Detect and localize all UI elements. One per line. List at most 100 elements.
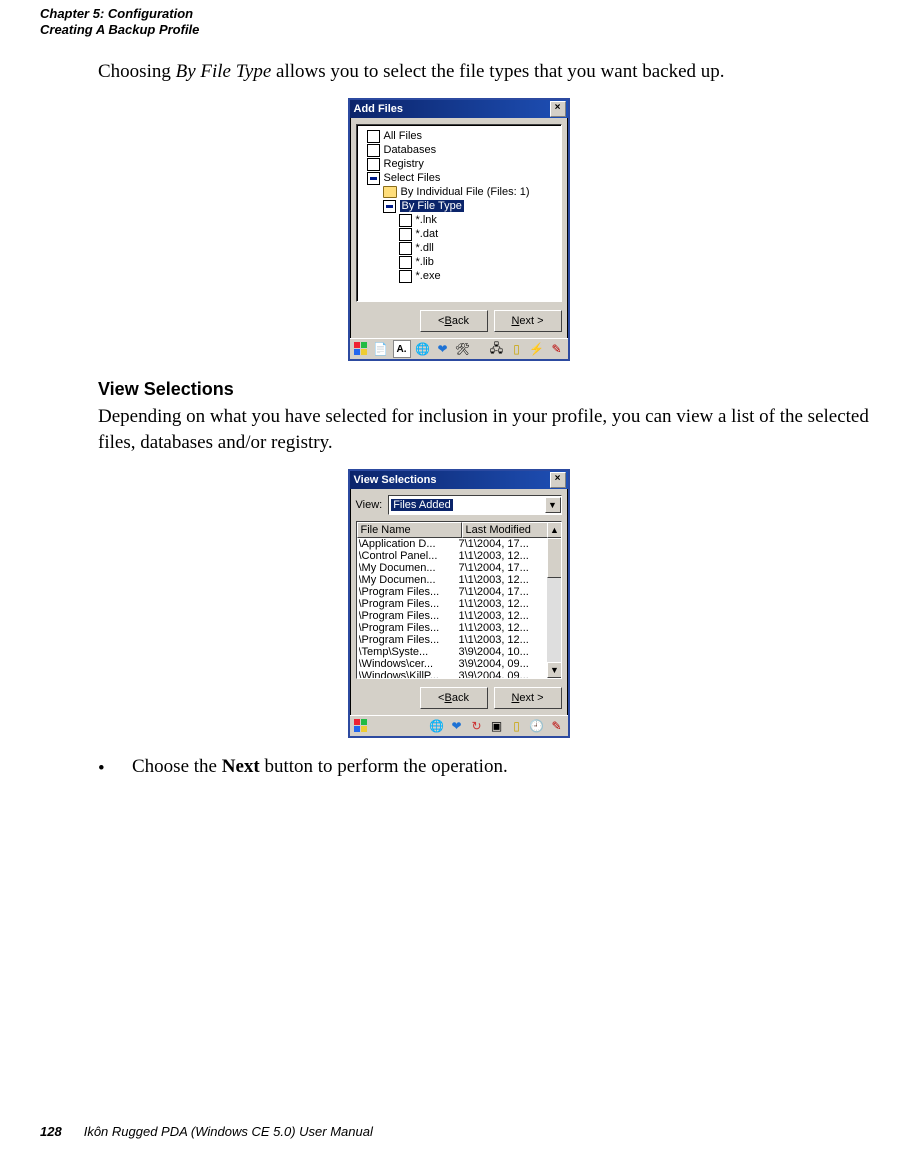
manual-title: Ikôn Rugged PDA (Windows CE 5.0) User Ma… <box>84 1124 373 1139</box>
tree-label: *.lib <box>416 256 434 268</box>
list-item[interactable]: \Program Files...1\1\2003, 12... <box>357 598 561 610</box>
list-item[interactable]: \My Documen...7\1\2004, 17... <box>357 562 561 574</box>
bullet-pre: Choose the <box>132 756 222 777</box>
tree-item-ext[interactable]: *.lnk <box>359 213 559 227</box>
tree-item-ext[interactable]: *.dat <box>359 227 559 241</box>
back-mnemonic: B <box>444 315 451 327</box>
next-button[interactable]: Next > <box>494 687 562 709</box>
chevron-down-icon[interactable]: ▼ <box>545 497 561 513</box>
doc-icon[interactable]: 📄 <box>373 341 389 357</box>
next-mnemonic: N <box>511 692 519 704</box>
cell-filename: \My Documen... <box>359 574 459 586</box>
cell-lastmod: 1\1\2003, 12... <box>459 550 561 562</box>
tree-item-ext[interactable]: *.lib <box>359 255 559 269</box>
clock-icon[interactable]: 🕘 <box>529 718 545 734</box>
scrollbar[interactable]: ▲ ▼ <box>547 522 561 678</box>
cell-lastmod: 1\1\2003, 12... <box>459 622 561 634</box>
tree-item-ext[interactable]: *.exe <box>359 269 559 283</box>
shield-a-icon[interactable]: A. <box>393 340 411 358</box>
list-item[interactable]: \My Documen...1\1\2003, 12... <box>357 574 561 586</box>
files-list[interactable]: File Name Last Modified \Application D..… <box>356 521 562 679</box>
cell-filename: \My Documen... <box>359 562 459 574</box>
close-icon[interactable]: × <box>550 101 566 117</box>
checkbox-icon[interactable] <box>399 270 412 283</box>
battery-icon[interactable]: ▯ <box>509 718 525 734</box>
tree-item-registry[interactable]: Registry <box>359 157 559 171</box>
tree-label: *.dll <box>416 242 434 254</box>
cell-filename: \Temp\Syste... <box>359 646 459 658</box>
tree-label-selected: By File Type <box>400 200 464 212</box>
cell-filename: \Program Files... <box>359 622 459 634</box>
running-header: Chapter 5: Configuration Creating A Back… <box>40 6 877 39</box>
add-files-titlebar: Add Files × <box>350 100 568 118</box>
cell-lastmod: 3\9\2004, 10... <box>459 646 561 658</box>
pen-icon[interactable]: ✎ <box>549 341 565 357</box>
network-icon[interactable]: 🖧 <box>489 341 505 357</box>
tree-label: By Individual File (Files: 1) <box>401 186 530 198</box>
checkbox-icon[interactable] <box>367 144 380 157</box>
heart-icon[interactable]: ❤ <box>449 718 465 734</box>
scroll-up-icon[interactable]: ▲ <box>547 522 562 538</box>
checkbox-icon[interactable] <box>399 242 412 255</box>
view-combobox[interactable]: Files Added ▼ <box>388 495 561 515</box>
list-item[interactable]: \Program Files...1\1\2003, 12... <box>357 634 561 646</box>
tree-item-databases[interactable]: Databases <box>359 143 559 157</box>
cell-lastmod: 1\1\2003, 12... <box>459 574 561 586</box>
scroll-down-icon[interactable]: ▼ <box>547 662 562 678</box>
list-item[interactable]: \Temp\Syste...3\9\2004, 10... <box>357 646 561 658</box>
tree-label: *.dat <box>416 228 439 240</box>
tree-item-all-files[interactable]: All Files <box>359 129 559 143</box>
tree-label: Select Files <box>384 172 441 184</box>
globe-icon[interactable]: 🌐 <box>415 341 431 357</box>
tree-item-ext[interactable]: *.dll <box>359 241 559 255</box>
pen-icon[interactable]: ✎ <box>549 718 565 734</box>
sync-icon[interactable]: ↻ <box>469 718 485 734</box>
cell-lastmod: 1\1\2003, 12... <box>459 634 561 646</box>
tree-label: Registry <box>384 158 424 170</box>
checkbox-icon[interactable] <box>399 228 412 241</box>
para1-post: allows you to select the file types that… <box>271 61 724 82</box>
list-item[interactable]: \Application D...7\1\2004, 17... <box>357 538 561 550</box>
checkbox-partial-icon[interactable] <box>367 172 380 185</box>
list-item[interactable]: \Program Files...7\1\2004, 17... <box>357 586 561 598</box>
tree-item-by-file-type[interactable]: By File Type <box>359 199 559 213</box>
tree-item-by-individual[interactable]: By Individual File (Files: 1) <box>359 185 559 199</box>
para1-ital: By File Type <box>176 61 272 82</box>
add-files-tree[interactable]: All Files Databases Registry Select File… <box>356 124 562 302</box>
cell-filename: \Program Files... <box>359 634 459 646</box>
tree-item-select-files[interactable]: Select Files <box>359 171 559 185</box>
chapter-line: Chapter 5: Configuration <box>40 6 877 22</box>
cell-lastmod: 7\1\2004, 17... <box>459 562 561 574</box>
checkbox-icon[interactable] <box>399 214 412 227</box>
checkbox-icon[interactable] <box>367 158 380 171</box>
checkbox-icon[interactable] <box>367 130 380 143</box>
checkbox-partial-icon[interactable] <box>383 200 396 213</box>
globe-icon[interactable]: 🌐 <box>429 718 445 734</box>
back-button[interactable]: < Back <box>420 310 488 332</box>
list-item[interactable]: \Windows\KillP...3\9\2004, 09... <box>357 670 561 679</box>
list-item[interactable]: \Program Files...1\1\2003, 12... <box>357 622 561 634</box>
tool-icon[interactable]: 🛠 <box>455 341 471 357</box>
column-header-filename[interactable]: File Name <box>357 522 462 538</box>
add-files-title: Add Files <box>354 103 404 115</box>
list-item[interactable]: \Program Files...1\1\2003, 12... <box>357 610 561 622</box>
heart-icon[interactable]: ❤ <box>435 341 451 357</box>
close-icon[interactable]: × <box>550 472 566 488</box>
list-item[interactable]: \Windows\cer...3\9\2004, 09... <box>357 658 561 670</box>
list-item[interactable]: \Control Panel...1\1\2003, 12... <box>357 550 561 562</box>
start-icon[interactable] <box>353 718 369 734</box>
back-button[interactable]: < Back <box>420 687 488 709</box>
cell-lastmod: 7\1\2004, 17... <box>459 538 561 550</box>
checkbox-icon[interactable] <box>399 256 412 269</box>
next-rest: ext > <box>519 692 543 704</box>
bolt-icon[interactable]: ⚡ <box>529 341 545 357</box>
scroll-thumb[interactable] <box>547 538 562 578</box>
list-rows: \Application D...7\1\2004, 17... \Contro… <box>357 538 561 679</box>
taskbar: 📄 A. 🌐 ❤ 🛠 🖧 ▯ ⚡ ✎ <box>350 338 568 359</box>
battery-icon[interactable]: ▯ <box>509 341 525 357</box>
screen-icon[interactable]: ▣ <box>489 718 505 734</box>
next-button[interactable]: Next > <box>494 310 562 332</box>
heading-view-selections: View Selections <box>98 379 877 400</box>
back-mnemonic: B <box>444 692 451 704</box>
start-icon[interactable] <box>353 341 369 357</box>
